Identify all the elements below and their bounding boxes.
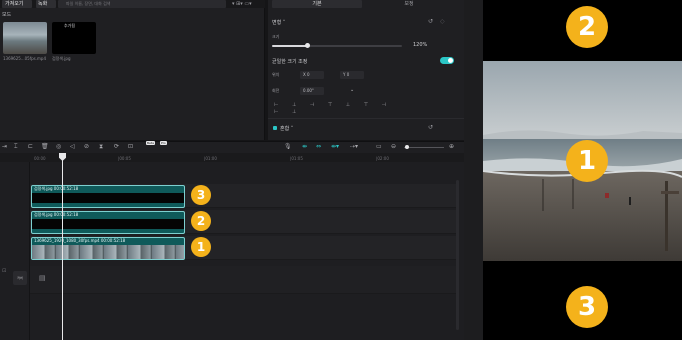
tab-adjust[interactable]: 보정 — [364, 0, 454, 8]
clip-frame — [32, 193, 184, 203]
position-x-field[interactable]: X 0 — [300, 71, 324, 79]
freeze-icon[interactable]: ◎ — [56, 142, 61, 152]
properties-panel: 기본 보정 변형 ˅ ↺ ◇ 크기 120% 균일한 크기 조정 위치 X 0 … — [268, 0, 464, 140]
timeline-ruler[interactable] — [0, 153, 464, 162]
preview-axis-icon[interactable]: ⇢▾ — [350, 142, 358, 152]
media-section-label: 모드 — [2, 12, 12, 18]
track-header-column — [0, 162, 30, 340]
ruler-tick: |01:05 — [290, 156, 303, 161]
ruler-tick: |02:00 — [376, 156, 389, 161]
uniform-scale-toggle[interactable] — [440, 57, 454, 64]
snap-icon[interactable]: ⇔ — [316, 142, 321, 152]
zoom-slider-handle[interactable] — [405, 145, 409, 149]
zoom-out-icon[interactable]: ⊖ — [391, 142, 396, 152]
media-search-input[interactable]: 파일 이름, 장면, 대화 검색 — [58, 0, 226, 8]
mirror-icon[interactable]: ⊘ — [84, 142, 89, 152]
badge-track-1: 1 — [191, 237, 211, 257]
link-main-track-icon[interactable]: ⇹ — [302, 142, 307, 152]
timeline-clip-black-2[interactable]: 검정색.jpg 00:00:52:18 — [31, 211, 185, 234]
rotate-icon[interactable]: ⟳ — [114, 142, 119, 152]
timeline-clip-black-3[interactable]: 검정색.jpg 00:00:52:18 — [31, 185, 185, 208]
tab-record[interactable]: 녹화 — [36, 0, 56, 8]
audio-track-icon[interactable]: ▤ — [39, 274, 46, 282]
badge-track-2: 2 — [191, 211, 211, 231]
playhead[interactable] — [62, 153, 63, 340]
split-icon[interactable]: ⌶ — [14, 142, 18, 152]
position-y-field[interactable]: Y 0 — [340, 71, 364, 79]
align-buttons[interactable]: ⊢ ⊥ ⊣ ⊤ ⊥ ⊤ ⊣ ⊢ ⊥ — [274, 102, 394, 115]
feature-tag-beta: Beta — [146, 141, 155, 145]
scale-slider-handle[interactable] — [305, 43, 310, 48]
reset-transform-icon[interactable]: ↺ — [428, 18, 433, 25]
ruler-tick: 00:00 — [34, 156, 46, 161]
ruler-tick: |01:00 — [204, 156, 217, 161]
rotation-stepper-icon[interactable]: ⌄ — [350, 87, 354, 93]
timeline-scrollbar[interactable] — [456, 180, 459, 330]
screen-icon[interactable]: ▭ — [376, 142, 382, 152]
badge-track-3: 3 — [191, 185, 211, 205]
zoom-slider-track[interactable] — [404, 147, 444, 148]
badge-preview-1: 1 — [566, 140, 608, 182]
clip-frame — [32, 219, 184, 229]
blend-section-title[interactable]: 혼합 ˅ — [280, 125, 293, 132]
position-label: 위치 — [272, 72, 280, 77]
timeline-clip-video-1[interactable]: 1369625_1920_1080_30fps.mp4 00:00:52:18 — [31, 237, 185, 260]
ruler-tick: |00:05 — [118, 156, 131, 161]
clip-label: 1369625_1920_1080_30fps.mp4 00:00:52:18 — [34, 238, 126, 243]
reset-blend-icon[interactable]: ↺ — [428, 124, 433, 131]
keyframe-diamond-icon[interactable]: ◇ — [440, 18, 445, 25]
media-added-label: 추가됨 — [64, 23, 76, 28]
media-view-tools[interactable]: ▾ ⊞▾ ▭▾ — [232, 0, 252, 8]
clip-label: 검정색.jpg 00:00:52:18 — [34, 186, 79, 191]
badge-preview-2: 2 — [566, 6, 608, 48]
video-editor: 가져오기 녹화 파일 이름, 장면, 대화 검색 ▾ ⊞▾ ▭▾ 모드 추가됨 … — [0, 0, 682, 340]
linkage-icon[interactable]: ⇹▾ — [331, 142, 339, 152]
split-left-icon[interactable]: ⊏ — [28, 142, 33, 152]
track-lock-icon[interactable]: ⊡ — [2, 268, 6, 274]
media-video-name: 1369625...05fps.mp4 — [3, 56, 47, 61]
feature-tag-pro: Pro — [160, 141, 167, 145]
zoom-in-icon[interactable]: ⊕ — [449, 142, 454, 152]
blend-checkbox[interactable] — [273, 126, 277, 130]
divider — [268, 118, 464, 119]
delete-icon[interactable]: 🗑 — [41, 142, 49, 152]
reverse-icon[interactable]: ◁ — [70, 142, 75, 152]
rotation-label: 회전 — [272, 88, 280, 93]
scale-label: 크기 — [272, 34, 280, 39]
media-thumbnail-video[interactable] — [3, 22, 47, 54]
clip-filmstrip — [32, 245, 184, 259]
tab-basic[interactable]: 기본 — [272, 0, 362, 8]
audio-track-lane — [30, 266, 456, 294]
media-panel — [0, 0, 265, 140]
rotation-field[interactable]: 0.00° — [300, 87, 324, 95]
cover-button[interactable]: 커버 — [13, 271, 27, 285]
transform-section-title[interactable]: 변형 ˅ — [272, 19, 285, 26]
scale-value[interactable]: 120% — [413, 42, 427, 48]
select-icon[interactable]: ⇥ — [2, 142, 7, 152]
tab-import[interactable]: 가져오기 — [2, 0, 32, 8]
clip-label: 검정색.jpg 00:00:52:18 — [34, 212, 79, 217]
badge-preview-3: 3 — [566, 286, 608, 328]
crop-icon[interactable]: ⊡ — [128, 142, 133, 152]
mirror-flip-icon[interactable]: ⧗ — [99, 142, 103, 152]
scale-slider-fill — [272, 45, 308, 47]
media-black-name: 검정색.jpg — [52, 56, 71, 61]
uniform-scale-label: 균일한 크기 조정 — [272, 59, 308, 65]
microphone-icon[interactable]: 🎙 — [284, 142, 292, 152]
